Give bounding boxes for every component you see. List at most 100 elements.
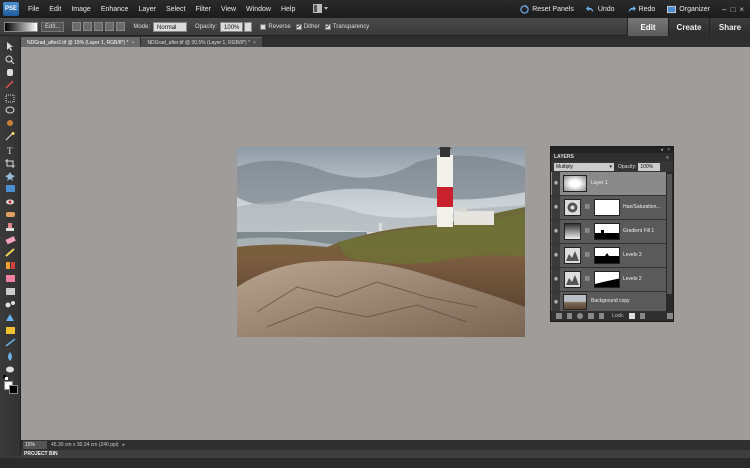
visibility-eye-icon[interactable]: ◉: [552, 220, 560, 243]
document-tab-1[interactable]: NDGrad_after2.tif @ 15% (Layer 1, RGB/8*…: [21, 37, 141, 47]
menu-window[interactable]: Window: [241, 6, 276, 13]
scrollbar-thumb[interactable]: [667, 174, 672, 294]
move-tool-icon[interactable]: [5, 42, 16, 51]
document-tab-label: NDGrad_after2.tif @ 15% (Layer 1, RGB/8*…: [27, 40, 129, 46]
crop-tool-icon[interactable]: [5, 159, 16, 168]
eyedropper-tool-icon[interactable]: [5, 80, 16, 89]
mode-select[interactable]: Normal: [153, 21, 188, 32]
menu-select[interactable]: Select: [161, 6, 190, 13]
tab-create[interactable]: Create: [668, 18, 709, 36]
menu-layer[interactable]: Layer: [133, 6, 161, 13]
hand-tool-icon[interactable]: [5, 67, 16, 76]
red-eye-tool-icon[interactable]: [5, 198, 16, 207]
arrange-icon[interactable]: [308, 3, 334, 15]
zoom-tool-icon[interactable]: [5, 55, 16, 65]
angle-gradient-button[interactable]: [94, 22, 104, 31]
document-tab-label: NDGrad_after.tif @ 30.5% (Layer 1, RGB/8…: [147, 40, 251, 46]
gradient-picker[interactable]: [4, 21, 38, 32]
layer-row[interactable]: ◉ Layer 1: [551, 172, 667, 196]
add-mask-icon[interactable]: [587, 313, 594, 319]
reset-panels-button[interactable]: Reset Panels: [520, 4, 574, 14]
blend-mode-select[interactable]: Multiply ▾: [554, 162, 614, 171]
menu-help[interactable]: Help: [276, 6, 300, 13]
layer-row[interactable]: ◉ ⛓ Levels 2: [551, 268, 667, 292]
panel-menu-icon[interactable]: ≡: [666, 154, 669, 162]
dither-checkbox[interactable]: ✔ Dither: [295, 23, 320, 30]
magic-wand-tool-icon[interactable]: [5, 132, 16, 141]
diamond-gradient-button[interactable]: [116, 22, 126, 31]
close-tab-icon[interactable]: ×: [253, 40, 256, 46]
visibility-eye-icon[interactable]: ◉: [552, 172, 560, 195]
paint-bucket-tool-icon[interactable]: [5, 274, 16, 283]
gradient-edit-button[interactable]: Edit...: [41, 21, 65, 32]
gradient-tool-icon[interactable]: [5, 287, 16, 296]
smart-brush-tool-icon[interactable]: [5, 261, 16, 270]
lock-transparency-icon[interactable]: [629, 313, 635, 319]
layers-scrollbar[interactable]: [666, 172, 673, 312]
brush-tool-icon[interactable]: [5, 248, 16, 257]
healing-brush-tool-icon[interactable]: [5, 210, 16, 219]
reverse-checkbox[interactable]: Reverse: [260, 23, 291, 30]
layer-row[interactable]: ◉ ⛓ Hue/Saturation...: [551, 196, 667, 220]
layer-row[interactable]: ◉ ⛓ Gradient Fill 1: [551, 220, 667, 244]
undo-button[interactable]: Undo: [585, 5, 615, 14]
document-tab-2[interactable]: NDGrad_after.tif @ 30.5% (Layer 1, RGB/8…: [141, 37, 262, 47]
menu-enhance[interactable]: Enhance: [96, 6, 134, 13]
zoom-field[interactable]: 15%: [23, 441, 47, 449]
reflected-gradient-button[interactable]: [105, 22, 115, 31]
close-tab-icon[interactable]: ×: [132, 40, 135, 46]
pencil-tool-icon[interactable]: [5, 326, 16, 335]
visibility-eye-icon[interactable]: ◉: [552, 244, 560, 267]
menu-edit[interactable]: Edit: [44, 6, 66, 13]
tab-edit[interactable]: Edit: [627, 18, 668, 36]
visibility-eye-icon[interactable]: ◉: [552, 196, 560, 219]
menu-filter[interactable]: Filter: [190, 6, 216, 13]
recompose-tool-icon[interactable]: [5, 184, 16, 193]
transparency-label: Transparency: [332, 23, 370, 30]
project-bin-header[interactable]: PROJECT BIN: [21, 450, 750, 458]
shape-tool-icon[interactable]: [5, 300, 16, 309]
new-group-icon[interactable]: [566, 313, 573, 319]
visibility-eye-icon[interactable]: ◉: [552, 292, 560, 312]
tab-share[interactable]: Share: [709, 18, 750, 36]
sponge-tool-icon[interactable]: [5, 365, 16, 374]
quick-selection-tool-icon[interactable]: [5, 119, 16, 128]
opacity-dropdown[interactable]: [244, 21, 253, 32]
linear-gradient-button[interactable]: [72, 22, 82, 31]
document-image[interactable]: [237, 147, 525, 337]
lock-all-icon[interactable]: [639, 313, 646, 319]
adjustment-layer-icon: [564, 199, 581, 216]
type-tool-icon[interactable]: T: [5, 146, 16, 156]
menu-file[interactable]: File: [23, 6, 44, 13]
blur-tool-icon[interactable]: [5, 352, 16, 361]
link-layers-icon[interactable]: [598, 313, 605, 319]
close-button[interactable]: ×: [739, 5, 744, 14]
custom-shape-tool-icon[interactable]: [5, 313, 16, 322]
menu-image[interactable]: Image: [66, 6, 95, 13]
redo-button[interactable]: Redo: [627, 5, 655, 14]
layer-row[interactable]: ◉ Background copy: [551, 292, 667, 312]
color-swatches[interactable]: [4, 381, 20, 395]
new-layer-icon[interactable]: [556, 313, 562, 319]
menu-view[interactable]: View: [216, 6, 241, 13]
clone-stamp-tool-icon[interactable]: [5, 223, 16, 232]
layer-row[interactable]: ◉ ⛓ Levels 3: [551, 244, 667, 268]
lasso-tool-icon[interactable]: [5, 106, 16, 115]
line-tool-icon[interactable]: [5, 338, 16, 347]
organizer-button[interactable]: Organizer: [667, 5, 710, 14]
marquee-tool-icon[interactable]: [5, 94, 16, 103]
adjustment-layer-button-icon[interactable]: [577, 313, 583, 319]
radial-gradient-button[interactable]: [83, 22, 93, 31]
cookie-cutter-tool-icon[interactable]: [5, 172, 16, 181]
background-color-swatch[interactable]: [9, 385, 18, 394]
status-menu-icon[interactable]: ▸: [123, 442, 126, 448]
transparency-checkbox[interactable]: ✔ Transparency: [324, 23, 370, 30]
maximize-button[interactable]: □: [730, 5, 735, 14]
visibility-eye-icon[interactable]: ◉: [552, 268, 560, 291]
opacity-field[interactable]: 100%: [220, 21, 244, 32]
eraser-tool-icon[interactable]: [5, 236, 16, 245]
delete-layer-icon[interactable]: [667, 313, 673, 319]
window-controls: – □ ×: [722, 5, 744, 14]
minimize-button[interactable]: –: [722, 5, 726, 14]
layer-opacity-field[interactable]: 100%: [638, 162, 661, 171]
